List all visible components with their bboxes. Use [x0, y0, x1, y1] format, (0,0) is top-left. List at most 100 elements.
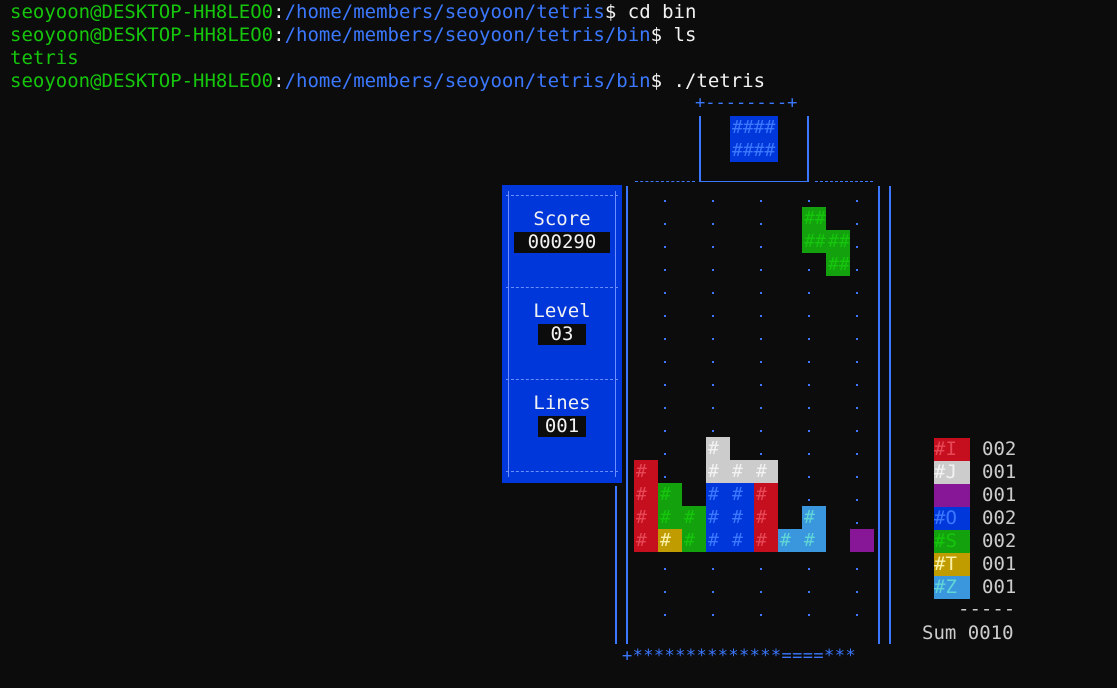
board-grid-dot [712, 430, 714, 432]
ls-output: tetris [10, 47, 79, 69]
board-grid-dot [760, 453, 762, 455]
board-grid-dot [856, 223, 858, 225]
next-piece-frame-top: +--------+ [695, 93, 798, 113]
board-grid-dot [856, 361, 858, 363]
panel-divider [506, 471, 618, 472]
board-grid-dot [856, 522, 858, 524]
board-right-wall-inner [878, 186, 880, 644]
prompt-line-1: seoyoon@DESKTOP-HH8LEO0:/home/members/se… [10, 1, 696, 24]
board-block: # [634, 483, 658, 506]
next-piece-frame-left [699, 116, 701, 182]
prompt-path: /home/members/seoyoon/tetris/bin [284, 70, 651, 92]
board-grid-dot [808, 269, 810, 271]
board-block: # [682, 529, 706, 552]
board-grid-dot [712, 614, 714, 616]
board-grid-dot [712, 315, 714, 317]
board-grid-dot [760, 200, 762, 202]
board-grid-dot [664, 269, 666, 271]
prompt-user-host: seoyoon@DESKTOP-HH8LEO0 [10, 1, 274, 23]
legend-count-s: 002 [982, 530, 1017, 552]
board-grid-dot [856, 614, 858, 616]
board-grid-dot [856, 430, 858, 432]
board-grid-dot [808, 338, 810, 340]
prompt-user-host: seoyoon@DESKTOP-HH8LEO0 [10, 70, 274, 92]
board-grid-dot [856, 338, 858, 340]
prompt-colon: : [273, 24, 285, 46]
prompt-path: /home/members/seoyoon/tetris/bin [284, 24, 651, 46]
board-grid-dot [808, 292, 810, 294]
board-top-right-edge [815, 181, 873, 183]
board-grid-dot [760, 315, 762, 317]
board-block: # [730, 506, 754, 529]
next-piece-frame-right [807, 116, 809, 182]
panel-side-right [615, 191, 616, 477]
board-grid-dot [808, 476, 810, 478]
stats-panel: Score 000290 Level 03 Lines 001 [502, 185, 622, 483]
next-piece-frame-bottom [699, 181, 809, 182]
lines-value: 001 [538, 416, 586, 437]
next-piece-row-2: #### [730, 139, 778, 162]
board-grid-dot [808, 591, 810, 593]
board-grid-dot [808, 614, 810, 616]
prompt-line-3: seoyoon@DESKTOP-HH8LEO0:/home/members/se… [10, 70, 765, 93]
board-grid-dot [808, 499, 810, 501]
prompt-user-host: seoyoon@DESKTOP-HH8LEO0 [10, 24, 274, 46]
legend-swatch-s: #S [934, 530, 970, 553]
board-grid-dot [760, 338, 762, 340]
board-block: # [706, 483, 730, 506]
next-piece-row-1: #### [730, 116, 778, 139]
board-block: # [634, 460, 658, 483]
prompt-colon: : [273, 70, 285, 92]
board-grid-dot [760, 223, 762, 225]
legend-swatch-l [934, 484, 970, 507]
board-grid-dot [664, 591, 666, 593]
board-grid-dot [856, 315, 858, 317]
board-grid-dot [664, 292, 666, 294]
board-grid-dot [856, 591, 858, 593]
board-grid-dot [856, 407, 858, 409]
prompt-colon: : [273, 1, 285, 23]
board-block: # [730, 529, 754, 552]
legend-swatch-j: #J [934, 461, 970, 484]
board-grid-dot [808, 315, 810, 317]
board-floor: +**************====*** [622, 646, 856, 666]
command-text: ./tetris [673, 70, 766, 92]
board-grid-dot [664, 568, 666, 570]
board-grid-dot [712, 292, 714, 294]
board-grid-dot [760, 591, 762, 593]
legend-count-t: 001 [982, 553, 1017, 575]
board-block: # [778, 529, 802, 552]
board-grid-dot [808, 361, 810, 363]
board-top-left-edge [635, 181, 695, 183]
board-grid-dot [856, 200, 858, 202]
board-block: # [658, 483, 682, 506]
board-grid-dot [856, 453, 858, 455]
legend-swatch-o: #O [934, 507, 970, 530]
command-text: ls [673, 24, 697, 46]
board-block: # [754, 483, 778, 506]
board-left-wall-outer [615, 486, 617, 644]
board-grid-dot [808, 407, 810, 409]
board-grid-dot [664, 361, 666, 363]
board-grid-dot [760, 430, 762, 432]
board-block: # [706, 529, 730, 552]
board-block: ## [826, 230, 850, 253]
board-grid-dot [664, 246, 666, 248]
board-grid-dot [760, 246, 762, 248]
panel-divider [506, 379, 618, 380]
board-grid-dot [760, 407, 762, 409]
board-block: # [754, 506, 778, 529]
board-grid-dot [760, 384, 762, 386]
board-grid-dot [664, 614, 666, 616]
score-label: Score [533, 208, 591, 230]
legend-divider: ----- [958, 598, 1016, 620]
prompt-path: /home/members/seoyoon/tetris [284, 1, 605, 23]
board-block: # [730, 460, 754, 483]
board-block: # [706, 506, 730, 529]
board-grid-dot [808, 453, 810, 455]
board-grid-dot [712, 200, 714, 202]
board-grid-dot [664, 315, 666, 317]
board-grid-dot [712, 246, 714, 248]
board-grid-dot [712, 269, 714, 271]
board-block [850, 529, 874, 552]
